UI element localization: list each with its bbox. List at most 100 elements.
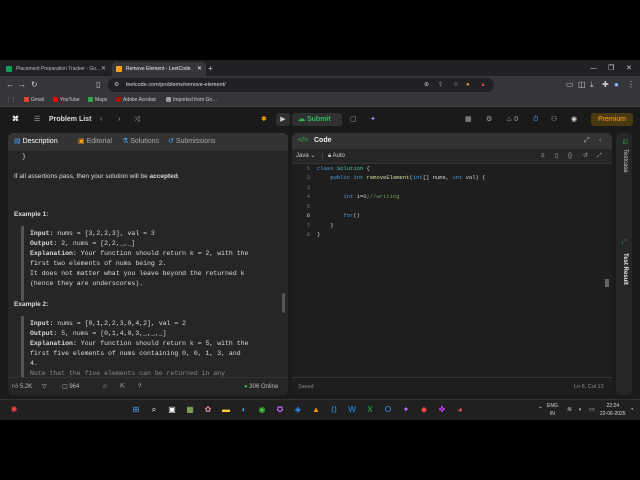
- layout-icon[interactable]: ▦: [465, 107, 472, 132]
- list-icon[interactable]: ☰: [34, 107, 40, 132]
- word-icon[interactable]: W: [346, 404, 358, 416]
- bookmark-icon[interactable]: ▯: [555, 149, 558, 163]
- run-button[interactable]: ▶: [276, 113, 290, 126]
- dislike-button[interactable]: ▽: [42, 378, 47, 395]
- site-info-icon[interactable]: ⚙: [114, 78, 119, 92]
- expand-icon[interactable]: ⤢: [584, 133, 590, 149]
- comments-button[interactable]: ▢ 964: [62, 378, 79, 395]
- testcase-tab[interactable]: Testcase: [622, 149, 628, 173]
- menu-icon[interactable]: ⋮: [627, 79, 635, 91]
- next-problem-icon[interactable]: ›: [118, 107, 120, 132]
- app-icon[interactable]: ▲: [310, 404, 322, 416]
- format-icon[interactable]: ≡: [541, 149, 545, 163]
- windows-start-icon[interactable]: ⊞: [130, 404, 142, 416]
- collapse-icon[interactable]: ‹: [599, 133, 601, 149]
- sidebar-icon[interactable]: ▭: [566, 79, 574, 91]
- back-icon[interactable]: ←: [6, 79, 14, 91]
- like-button[interactable]: 👍︎ 5.2K: [12, 378, 32, 395]
- extension-icon[interactable]: ●: [466, 78, 470, 92]
- app-icon[interactable]: ◕: [454, 404, 466, 416]
- fullscreen-icon[interactable]: ⤢: [597, 149, 602, 163]
- language-indicator[interactable]: ENG IN: [547, 402, 558, 418]
- auto-mode-button[interactable]: 🔒︎ Auto: [328, 149, 345, 163]
- widgets-icon[interactable]: ▦: [184, 404, 196, 416]
- profile-icon[interactable]: ●: [614, 79, 619, 91]
- app-icon[interactable]: ✤: [436, 404, 448, 416]
- bookmark-maps[interactable]: Maps: [88, 94, 107, 106]
- search-icon[interactable]: ⌕: [148, 404, 160, 416]
- chrome-icon[interactable]: ◉: [256, 404, 268, 416]
- new-tab-button[interactable]: +: [208, 62, 213, 76]
- zoom-icon[interactable]: ⊕: [424, 78, 429, 92]
- app-icon[interactable]: ◈: [292, 404, 304, 416]
- split-icon[interactable]: ◫: [578, 79, 586, 91]
- close-icon[interactable]: ✕: [197, 62, 202, 76]
- clock[interactable]: 22:24 22-06-2025: [600, 402, 626, 418]
- bookmark-gmail[interactable]: Gmail: [24, 94, 44, 106]
- language-select[interactable]: Java ⌄: [296, 149, 315, 163]
- warning-icon[interactable]: ▲: [480, 78, 486, 92]
- app-icon[interactable]: ✪: [274, 404, 286, 416]
- description-scrollbar[interactable]: [282, 293, 285, 313]
- help-icon[interactable]: ?: [138, 378, 141, 395]
- url-text[interactable]: leetcode.com/problems/remove-element/: [126, 78, 226, 92]
- share-link-icon[interactable]: ⇱: [120, 378, 125, 395]
- close-icon[interactable]: ✕: [101, 62, 106, 76]
- test-result-tab[interactable]: Test Result: [622, 253, 628, 285]
- tab-submissions[interactable]: ↺ Submissions: [168, 133, 216, 151]
- copilot-icon[interactable]: ✿: [202, 404, 214, 416]
- tab-editorial[interactable]: ▣ Editorial: [78, 133, 112, 151]
- window-close-icon[interactable]: ✕: [626, 62, 632, 76]
- submit-button[interactable]: ☁ Submit: [292, 113, 342, 126]
- timer-icon[interactable]: ⏱: [533, 107, 538, 132]
- edge-icon[interactable]: ◐: [238, 404, 250, 416]
- add-user-icon[interactable]: ⚇: [551, 107, 557, 132]
- bookmark-youtube[interactable]: YouTube: [53, 94, 80, 106]
- braces-icon[interactable]: {}: [568, 149, 572, 163]
- star-icon[interactable]: ☆: [453, 78, 458, 92]
- avatar[interactable]: ◉: [571, 107, 577, 132]
- reset-icon[interactable]: ↺: [583, 149, 588, 163]
- code-editor[interactable]: 1 2 3 4 5 6 7 8 class Solution { public …: [292, 165, 612, 365]
- premium-button[interactable]: Premium: [591, 113, 633, 126]
- task-view-icon[interactable]: ▣: [166, 404, 178, 416]
- volume-icon[interactable]: ◖: [578, 403, 582, 417]
- share-icon[interactable]: ⇪: [438, 78, 443, 92]
- excel-icon[interactable]: X: [364, 404, 376, 416]
- app-icon[interactable]: ◆: [418, 404, 430, 416]
- wifi-icon[interactable]: ≋: [567, 403, 572, 417]
- apps-icon[interactable]: ⋮⋮: [6, 94, 16, 106]
- app-icon[interactable]: ✦: [400, 404, 412, 416]
- tab-solutions[interactable]: ⚗ Solutions: [122, 133, 159, 151]
- leetcode-logo-icon[interactable]: ⌘: [12, 107, 19, 132]
- downloads-icon[interactable]: ⤓: [590, 79, 594, 91]
- maximize-icon[interactable]: ❐: [608, 62, 614, 76]
- editor-minimap[interactable]: [605, 279, 609, 287]
- settings-icon[interactable]: ⚙: [486, 107, 492, 132]
- puzzle-icon[interactable]: ✚: [602, 79, 609, 91]
- outlook-icon[interactable]: O: [382, 404, 394, 416]
- tab-description[interactable]: ▤ Description: [14, 133, 58, 151]
- minimize-icon[interactable]: —: [590, 62, 597, 76]
- browser-tab-tracker[interactable]: Placement Preparation Tracker - Go… ✕: [2, 62, 110, 76]
- bookmark-acrobat[interactable]: Adobe Acrobat: [116, 94, 156, 106]
- favorite-star-icon[interactable]: ☆: [102, 378, 107, 395]
- bookmark-page-icon[interactable]: ▯: [96, 79, 100, 91]
- notes-icon[interactable]: ▢: [350, 107, 357, 132]
- problem-list-link[interactable]: Problem List: [49, 107, 91, 132]
- ai-icon[interactable]: ✦: [370, 107, 376, 132]
- prev-problem-icon[interactable]: ‹: [100, 107, 102, 132]
- notifications-icon[interactable]: ◔: [630, 403, 634, 417]
- tray-overflow-icon[interactable]: ⌃: [538, 403, 543, 417]
- bookmark-imported[interactable]: Imported from Go…: [166, 94, 217, 106]
- battery-icon[interactable]: ▭: [589, 403, 595, 417]
- omnibox[interactable]: ⚙ leetcode.com/problems/remove-element/ …: [108, 78, 494, 92]
- forward-icon[interactable]: →: [18, 79, 26, 91]
- streak-counter[interactable]: ♨ 0: [506, 107, 518, 132]
- vscode-icon[interactable]: ⟨⟩: [328, 404, 340, 416]
- debug-icon[interactable]: ✱: [261, 107, 267, 132]
- weather-icon[interactable]: ✺: [8, 404, 20, 416]
- shuffle-icon[interactable]: ⤨: [134, 107, 140, 132]
- reload-icon[interactable]: ↻: [31, 79, 38, 91]
- file-explorer-icon[interactable]: ▬: [220, 404, 232, 416]
